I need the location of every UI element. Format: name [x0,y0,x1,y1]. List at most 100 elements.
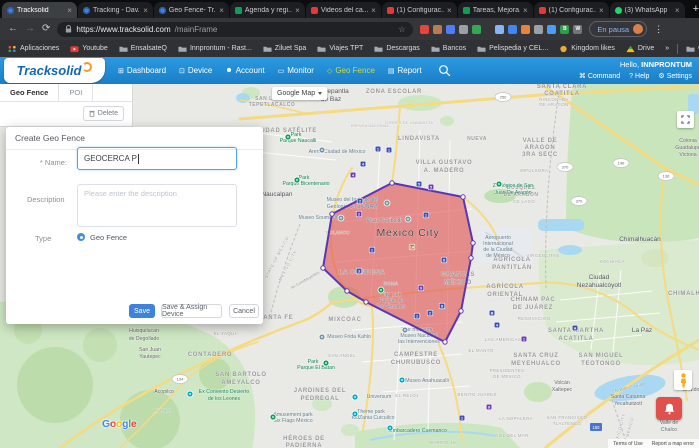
report-error-link[interactable]: Report a map error [652,441,694,447]
tab-geo-fence[interactable]: Geo Fence [0,84,60,101]
bookmark-item[interactable]: Youtube [70,45,108,53]
url-field[interactable]: https://www.tracksolid.com/mainFrame ☆ [57,21,414,37]
type-radio-geofence[interactable] [77,233,85,241]
geofence-vertex[interactable] [442,339,448,345]
bookmark-item[interactable]: Aplicaciones [8,45,59,53]
reload-icon[interactable]: ⟳ [42,24,50,34]
name-input[interactable]: GEOCERCA P [77,147,237,170]
close-icon[interactable]: × [295,6,300,15]
nav-item-device[interactable]: ⊡ Device [179,66,212,75]
nav-label: Account [235,66,265,75]
bookmark-star-icon[interactable]: ☆ [398,25,405,34]
browser-tab[interactable]: Videos del ca... × [305,2,381,18]
apps-icon [8,45,16,52]
geofence-vertex[interactable] [468,255,474,261]
extension-icon[interactable] [508,24,518,34]
map-label: las Intervenciones [398,339,440,345]
extension-icon[interactable] [420,24,430,34]
nav-item-monitor[interactable]: ▭ Monitor [278,66,314,75]
bookmark-item[interactable]: Ziluet Spa [263,45,306,53]
geofence-vertex[interactable] [460,194,466,200]
close-icon[interactable]: × [523,6,528,15]
extensions-row: BW [420,24,583,34]
close-icon[interactable]: × [67,6,72,15]
other-favorites[interactable]: Otros favoritos [686,45,699,53]
browser-tab[interactable]: Tareas, Mejora... × [457,2,533,18]
bookmark-item[interactable]: Innprontum - Rast... [178,45,252,53]
username[interactable]: INNPRONTUM [641,60,692,69]
browser-menu-icon[interactable]: ⋮ [654,24,663,35]
user-menu-help[interactable]: ? Help [629,72,649,80]
extension-icon[interactable] [495,24,505,34]
extension-icon[interactable] [459,24,469,34]
bookmark-item[interactable]: Kingdom likes [559,45,615,53]
extension-icon[interactable] [446,24,456,34]
geofence-vertex[interactable] [344,288,350,294]
geofence-vertex[interactable] [329,211,335,217]
fullscreen-button[interactable] [677,111,694,128]
bookmarks-overflow-icon[interactable]: » [665,45,669,52]
close-icon[interactable]: × [599,6,604,15]
nav-item-report[interactable]: ▤ Report [388,66,422,75]
browser-tab[interactable]: Geo Fence- Tr... × [153,2,229,18]
tab-poi[interactable]: POI [59,84,94,101]
extension-icon[interactable] [521,24,531,34]
nav-item-geo-fence[interactable]: ◇ Geo Fence [327,66,375,75]
search-icon[interactable] [438,64,451,77]
map-label: LA PILA [153,408,171,413]
nav-item-dashboard[interactable]: ⊞ Dashboard [118,66,166,75]
map-label: XOCHIACA [599,259,625,264]
bookmark-item[interactable]: EnsalsateQ [119,45,167,53]
alarm-notification-button[interactable] [656,397,682,420]
map-layer-selector[interactable]: Google Map [272,87,328,100]
close-icon[interactable]: × [219,6,224,15]
bookmark-item[interactable]: Bancos [431,45,466,53]
browser-tab[interactable]: (1) Configurac... × [533,2,609,18]
delete-button[interactable]: Delete [82,106,124,121]
close-icon[interactable]: × [143,6,148,15]
map-label: SAN ANGEL [328,353,356,358]
bookmark-item[interactable]: Pelispedia y CEL... [477,45,548,53]
bookmark-item[interactable]: Descargas [374,45,420,53]
chevron-down-icon [318,92,323,95]
extension-icon[interactable] [547,24,557,34]
road-shield: 250 [494,92,512,102]
profile-avatar[interactable] [633,24,644,34]
geofence-vertex[interactable] [389,180,395,186]
close-icon[interactable]: × [447,6,452,15]
terms-link[interactable]: Terms of Use [613,441,642,447]
map-label: Nezahualcóyotl [577,282,622,289]
nav-item-account[interactable]: ☻ Account [225,66,264,75]
cancel-button[interactable]: Cancel [229,304,259,318]
map-label: HÉROES DE [283,434,325,442]
new-tab-button[interactable]: + [693,3,699,15]
back-icon[interactable]: ← [8,24,18,34]
bookmark-item[interactable]: Drive [626,45,654,53]
geofence-vertex[interactable] [320,265,326,271]
extension-icon[interactable] [472,24,482,34]
browser-tab[interactable]: (3) WhatsApp × [609,2,685,18]
geofence-vertex[interactable] [363,299,369,305]
geofence-vertex[interactable] [470,240,476,246]
extension-icon[interactable]: W [573,24,583,34]
browser-tab[interactable]: Tracking - Dav... × [77,2,153,18]
extension-icon[interactable] [433,24,443,34]
browser-tab[interactable]: Agenda y regi... × [229,2,305,18]
close-icon[interactable]: × [371,6,376,15]
bookmark-item[interactable]: Viajes TPT [317,45,363,53]
tracksolid-logo[interactable]: Tracksolid [4,58,105,83]
user-menu-command[interactable]: ⌘ Command [579,72,620,81]
save-button[interactable]: Save [129,304,155,318]
user-menu-settings[interactable]: ⚙ Settings [658,72,692,81]
extension-icon[interactable]: B [560,24,570,34]
extension-icon[interactable] [534,24,544,34]
browser-tab[interactable]: Tracksolid × [2,2,77,18]
sync-paused-pill[interactable]: En pausa [589,21,648,37]
forward-icon[interactable]: → [25,24,35,34]
save-assign-device-button[interactable]: Save & Assign Device [161,304,222,318]
description-textarea[interactable]: Please enter the description [77,184,237,227]
browser-tab[interactable]: (1) Configurac... × [381,2,457,18]
geofence-vertex[interactable] [458,308,464,314]
pegman-control[interactable] [674,370,692,390]
close-icon[interactable]: × [675,6,680,15]
